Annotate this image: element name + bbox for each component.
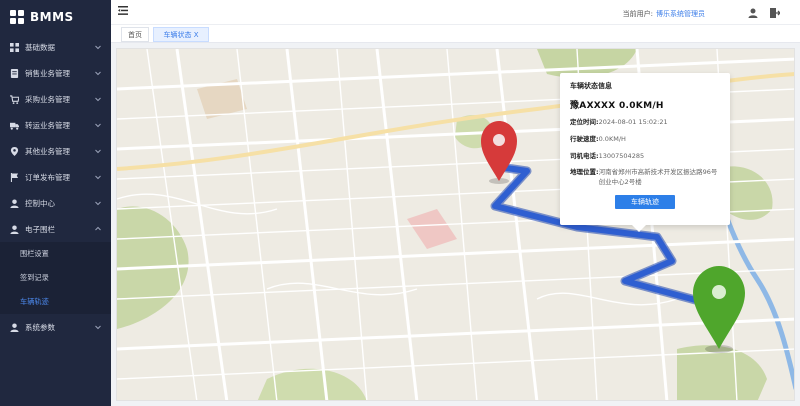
address-value: 河南省郑州市高新技术开发区振达路96号 创业中心2号楼 [598, 168, 718, 186]
driver-phone-value: 13007504285 [598, 151, 645, 160]
sidebar-item-other[interactable]: 其他业务管理 [0, 138, 111, 164]
popup-title: 车辆状态信息 [570, 82, 612, 90]
address-label: 地理位置: [570, 168, 599, 177]
user-icon [9, 322, 19, 332]
header: 当前用户: 博乐系统管理员 [111, 0, 800, 24]
sidebar-item-label: 控制中心 [25, 198, 55, 208]
sidebar-item-label: 销售业务管理 [25, 68, 70, 78]
menu-toggle-icon[interactable] [118, 6, 128, 15]
chevron-down-icon [95, 97, 101, 102]
document-icon [9, 68, 19, 78]
tab-vehicle-status[interactable]: 车辆状态 X [153, 27, 209, 42]
address-row: 地理位置: 河南省郑州市高新技术开发区振达路96号 创业中心2号楼 [570, 168, 720, 188]
sidebar-item-order[interactable]: 订单发布管理 [0, 164, 111, 190]
sidebar: BMMS 基础数据 销售业务管理 采购业务管理 转运业务管理 其他业务管理 订单… [0, 0, 111, 406]
tab-bar: 首页 车辆状态 X [111, 24, 800, 43]
user-icon [9, 198, 19, 208]
chevron-up-icon [95, 226, 101, 231]
sidebar-item-geofence[interactable]: 电子围栏 [0, 216, 111, 242]
sidebar-subitem-checkin-records[interactable]: 签到记录 [0, 266, 111, 290]
tab-home[interactable]: 首页 [121, 27, 149, 42]
sidebar-subitem-fence-settings[interactable]: 围栏设置 [0, 242, 111, 266]
location-time-value: 2024-08-01 15:02:21 [598, 118, 668, 126]
sidebar-subitem-vehicle-track[interactable]: 车辆轨迹 [0, 290, 111, 314]
current-user: 当前用户: 博乐系统管理员 [623, 9, 705, 19]
sidebar-item-label: 电子围栏 [25, 224, 55, 234]
chevron-down-icon [95, 71, 101, 76]
location-time-label: 定位时间: [570, 118, 599, 126]
sidebar-item-sales[interactable]: 销售业务管理 [0, 60, 111, 86]
sidebar-item-label: 采购业务管理 [25, 94, 70, 104]
chevron-down-icon [95, 325, 101, 330]
sidebar-item-control-center[interactable]: 控制中心 [0, 190, 111, 216]
driver-phone-label: 司机电话: [570, 151, 599, 160]
chevron-down-icon [95, 123, 101, 128]
user-icon [9, 224, 19, 234]
plate-speed: 豫AXXXX 0.0KM/H [570, 101, 664, 111]
logout-icon[interactable] [770, 8, 780, 18]
sidebar-item-label: 订单发布管理 [25, 172, 70, 182]
sidebar-item-label: 其他业务管理 [25, 146, 70, 156]
map-view[interactable]: 车辆状态信息 豫AXXXX 0.0KM/H 定位时间: 2024-08-01 1… [116, 48, 795, 401]
chevron-down-icon [95, 149, 101, 154]
sidebar-item-transport[interactable]: 转运业务管理 [0, 112, 111, 138]
sidebar-item-label: 基础数据 [25, 42, 55, 52]
speed-label: 行驶速度: [570, 134, 599, 143]
vehicle-info-popup: 车辆状态信息 豫AXXXX 0.0KM/H 定位时间: 2024-08-01 1… [560, 73, 730, 232]
cart-icon [9, 94, 19, 104]
logo-icon [10, 10, 24, 24]
speed-value: 0.0KM/H [598, 134, 626, 143]
logo-text: BMMS [30, 10, 74, 24]
chevron-down-icon [95, 45, 101, 50]
sidebar-item-label: 系统参数 [25, 322, 55, 332]
user-profile-icon[interactable] [748, 8, 758, 18]
speed-row: 行驶速度: 0.0KM/H [570, 135, 720, 145]
vehicle-track-button[interactable]: 车辆轨迹 [615, 194, 675, 209]
current-user-label: 当前用户: [622, 10, 653, 18]
sidebar-item-purchase[interactable]: 采购业务管理 [0, 86, 111, 112]
sidebar-item-system-params[interactable]: 系统参数 [0, 314, 111, 340]
driver-phone-row: 司机电话: 13007504285 [570, 152, 720, 162]
main-content: 车辆状态信息 豫AXXXX 0.0KM/H 定位时间: 2024-08-01 1… [111, 43, 800, 406]
sidebar-item-basic-data[interactable]: 基础数据 [0, 34, 111, 60]
truck-icon [9, 120, 19, 130]
flag-icon [9, 172, 19, 182]
chevron-down-icon [95, 201, 101, 206]
location-time-row: 定位时间: 2024-08-01 15:02:21 [570, 118, 720, 128]
grid-icon [9, 42, 19, 52]
chevron-down-icon [95, 175, 101, 180]
current-user-name[interactable]: 博乐系统管理员 [656, 9, 705, 19]
sidebar-item-label: 转运业务管理 [25, 120, 70, 130]
location-icon [9, 146, 19, 156]
logo[interactable]: BMMS [0, 0, 111, 34]
